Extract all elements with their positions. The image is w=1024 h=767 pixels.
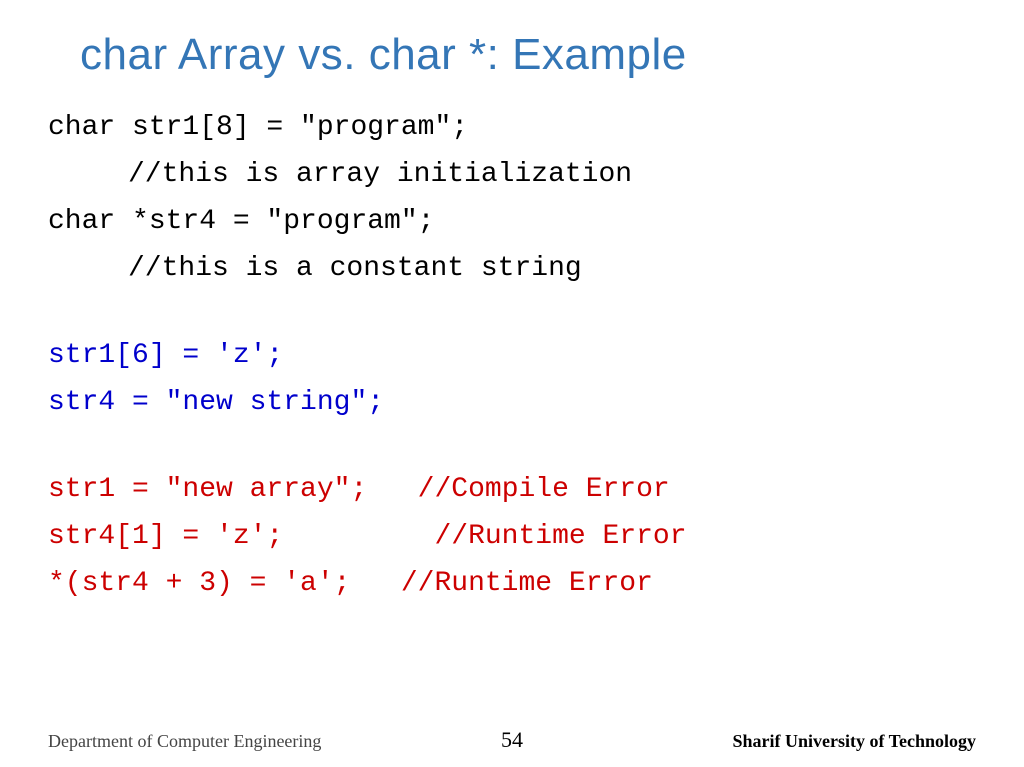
- footer-department: Department of Computer Engineering: [48, 731, 452, 752]
- code-comment: //this is a constant string: [48, 245, 976, 292]
- code-line-error: *(str4 + 3) = 'a'; //Runtime Error: [48, 560, 976, 607]
- code-line-error: str1 = "new array"; //Compile Error: [48, 466, 976, 513]
- code-line: char *str4 = "program";: [48, 198, 976, 245]
- blank-line: [48, 426, 976, 466]
- error-label: Error: [569, 568, 653, 599]
- error-label: Error: [586, 474, 670, 505]
- code-text: *(str4 + 3) = 'a';: [48, 568, 350, 599]
- slide-title: char Array vs. char *: Example: [80, 30, 976, 80]
- code-comment: //this is array initialization: [48, 151, 976, 198]
- code-line-error: str4[1] = 'z'; //Runtime Error: [48, 513, 976, 560]
- error-comment: //Runtime: [283, 521, 602, 552]
- error-label: Error: [603, 521, 687, 552]
- code-line-valid: str1[6] = 'z';: [48, 332, 976, 379]
- slide: char Array vs. char *: Example char str1…: [0, 0, 1024, 767]
- footer-university: Sharif University of Technology: [572, 731, 976, 752]
- footer-page-number: 54: [452, 727, 572, 753]
- slide-footer: Department of Computer Engineering 54 Sh…: [0, 727, 1024, 753]
- error-comment: //Compile: [367, 474, 585, 505]
- blank-line: [48, 292, 976, 332]
- code-line-valid: str4 = "new string";: [48, 379, 976, 426]
- code-text: str4[1] = 'z';: [48, 521, 283, 552]
- error-comment: //Runtime: [350, 568, 568, 599]
- code-text: str1 = "new array";: [48, 474, 367, 505]
- code-block: char str1[8] = "program"; //this is arra…: [48, 104, 976, 607]
- code-line: char str1[8] = "program";: [48, 104, 976, 151]
